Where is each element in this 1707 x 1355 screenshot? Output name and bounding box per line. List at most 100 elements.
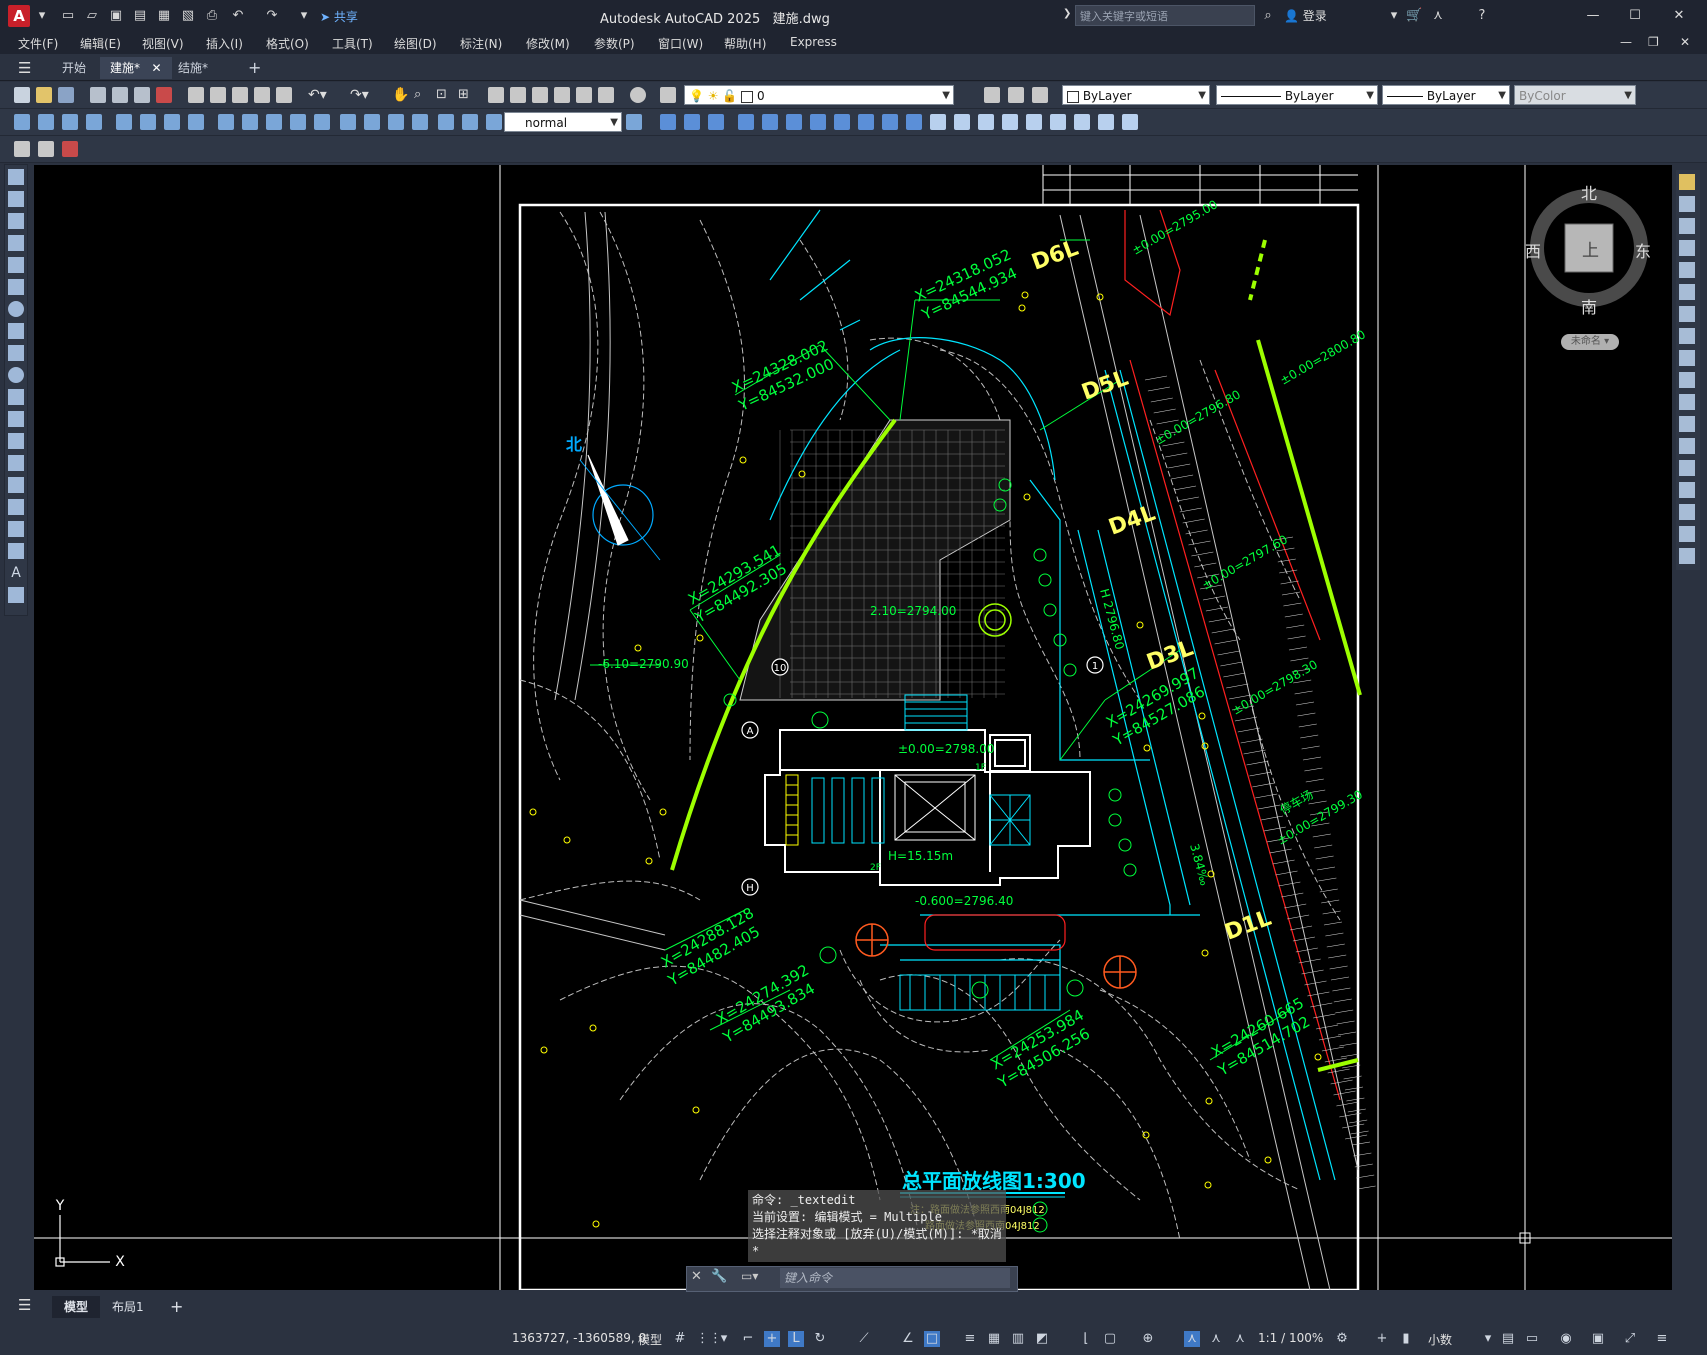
publish-3d-icon[interactable] <box>156 87 172 103</box>
wrench-icon[interactable]: 🔧 <box>711 1269 727 1284</box>
tab-start[interactable]: 开始 <box>52 57 96 79</box>
break-tool-icon[interactable] <box>1679 438 1695 454</box>
lights-icon[interactable] <box>1050 114 1066 130</box>
lock-ui-icon[interactable]: ▭ <box>1524 1331 1540 1347</box>
menu-edit[interactable]: 编辑(E) <box>80 35 121 52</box>
annotation-scale-icon[interactable]: ⋏ <box>1232 1331 1248 1347</box>
workspace-gear-icon[interactable]: ⚙ <box>1334 1331 1350 1347</box>
selection-cycling-icon[interactable]: ▥ <box>1010 1331 1026 1347</box>
app-menu-arrow-icon[interactable]: ▾ <box>34 8 50 24</box>
open-icon[interactable] <box>36 87 52 103</box>
make-block-icon[interactable] <box>8 433 24 449</box>
arc-length-icon[interactable] <box>62 114 78 130</box>
menu-modify[interactable]: 修改(M) <box>526 35 570 52</box>
shade-icon[interactable] <box>954 114 970 130</box>
quick-dim-icon[interactable] <box>218 114 234 130</box>
save-icon[interactable]: ▣ <box>108 8 124 24</box>
layer-match-icon[interactable] <box>14 141 30 157</box>
ucs-object-icon[interactable] <box>834 114 850 130</box>
layer-off-icon[interactable] <box>62 141 78 157</box>
clean-screen-icon[interactable]: ⤢ <box>1622 1331 1638 1347</box>
viewcube-north[interactable]: 北 <box>1581 180 1597 204</box>
extend-tool-icon[interactable] <box>1679 394 1695 410</box>
command-recent-icon[interactable]: ▭▾ <box>741 1269 758 1283</box>
ortho-icon[interactable]: L <box>788 1331 804 1347</box>
help-icon[interactable]: ? <box>1474 8 1490 24</box>
rotate-tool-icon[interactable] <box>1679 306 1695 322</box>
undo-icon[interactable]: ↶▾ <box>308 87 327 103</box>
menu-file[interactable]: 文件(F) <box>18 35 58 52</box>
table-tool-icon[interactable] <box>8 543 24 559</box>
linear-dim-icon[interactable] <box>14 114 30 130</box>
fillet-tool-icon[interactable] <box>1679 504 1695 520</box>
chevron-down-icon[interactable]: ▾ <box>716 1331 732 1347</box>
lineweight-dropdown[interactable]: ByLayer ▼ <box>1382 85 1510 105</box>
ucs-world-icon[interactable] <box>762 114 778 130</box>
snap-icon[interactable]: ⋮⋮ <box>696 1331 722 1347</box>
paste-icon[interactable] <box>232 87 248 103</box>
region-tool-icon[interactable] <box>8 521 24 537</box>
ellipse-arc-icon[interactable] <box>8 389 24 405</box>
tolerance-icon[interactable] <box>340 114 356 130</box>
orbit-icon[interactable] <box>1002 114 1018 130</box>
menu-tools[interactable]: 工具(T) <box>332 35 373 52</box>
search-input[interactable]: 键入关键字或短语 <box>1075 5 1255 26</box>
plot-icon[interactable]: ⎙ <box>204 8 220 24</box>
polyline-tool-icon[interactable] <box>8 213 24 229</box>
close-button[interactable]: ✕ <box>1664 6 1694 26</box>
share-button[interactable]: ➤ 共享 <box>320 8 358 25</box>
zoom-window-icon[interactable]: ⊡ <box>436 87 452 103</box>
ordinate-dim-icon[interactable] <box>86 114 102 130</box>
pan-icon[interactable]: ✋ <box>392 87 409 103</box>
revision-cloud-icon[interactable] <box>8 323 24 339</box>
menu-parametric[interactable]: 参数(P) <box>594 35 635 52</box>
save-as-icon[interactable]: ▤ <box>132 8 148 24</box>
menu-dimension[interactable]: 标注(N) <box>460 35 502 52</box>
publish-icon[interactable] <box>134 87 150 103</box>
viewcube[interactable]: 北 南 东 西 上 未命名 ▾ <box>1525 180 1655 360</box>
dim-update-icon[interactable] <box>486 114 502 130</box>
erase-tool-icon[interactable] <box>1679 174 1695 190</box>
doc-minimize-icon[interactable]: — <box>1620 35 1632 49</box>
angular-dim-icon[interactable] <box>188 114 204 130</box>
cart-icon[interactable]: 🛒 <box>1406 8 1422 24</box>
add-layout-icon[interactable]: + <box>158 1296 195 1318</box>
continue-dim-icon[interactable] <box>266 114 282 130</box>
diameter-dim-icon[interactable] <box>164 114 180 130</box>
insert-block-icon[interactable] <box>8 411 24 427</box>
baseline-dim-icon[interactable] <box>242 114 258 130</box>
dim-edit-icon[interactable] <box>438 114 454 130</box>
tab-jianshi[interactable]: 建施* ✕ <box>100 57 172 79</box>
graphics-performance-icon[interactable]: ▣ <box>1590 1331 1606 1347</box>
viewcube-top-face[interactable]: 上 <box>1582 236 1599 261</box>
tab-close-icon[interactable]: ✕ <box>151 61 161 75</box>
view-left-icon[interactable] <box>708 114 724 130</box>
layer-isolate-icon[interactable] <box>38 141 54 157</box>
render-icon[interactable] <box>930 114 946 130</box>
markup-icon[interactable] <box>576 87 592 103</box>
quickcalc-icon[interactable] <box>598 87 614 103</box>
make-current-layer-icon[interactable] <box>984 87 1000 103</box>
tool-palettes-icon[interactable] <box>532 87 548 103</box>
3d-osnap-icon[interactable]: ◩ <box>1034 1331 1050 1347</box>
arc-tool-icon[interactable] <box>8 279 24 295</box>
infer-constraints-icon[interactable]: ⌐ <box>740 1331 756 1347</box>
zoom-previous-icon[interactable]: ⊞ <box>458 87 474 103</box>
dynamic-input-icon[interactable]: + <box>764 1331 780 1347</box>
hamburger-menu-icon[interactable]: ☰ <box>18 1296 31 1314</box>
tab-model[interactable]: 模型 <box>52 1296 101 1318</box>
autodesk-app-icon[interactable]: ⋏ <box>1430 8 1446 24</box>
new-tab-icon[interactable]: + <box>238 57 271 79</box>
autocad-logo-icon[interactable]: A <box>8 5 30 27</box>
color-dropdown[interactable]: ByLayer ▼ <box>1062 85 1210 105</box>
trim-tool-icon[interactable] <box>1679 372 1695 388</box>
search-icon[interactable]: ⌕ <box>1260 8 1276 24</box>
menu-help[interactable]: 帮助(H) <box>724 35 766 52</box>
hatch-tool-icon[interactable] <box>8 477 24 493</box>
coordinate-readout[interactable]: 1363727, -1360589, 0 <box>512 1331 646 1345</box>
ucs-zaxis-icon[interactable] <box>906 114 922 130</box>
mirror-tool-icon[interactable] <box>1679 218 1695 234</box>
object-snap-tracking-icon[interactable]: ∠ <box>900 1331 916 1347</box>
array-tool-icon[interactable] <box>1679 262 1695 278</box>
properties-icon[interactable] <box>488 87 504 103</box>
